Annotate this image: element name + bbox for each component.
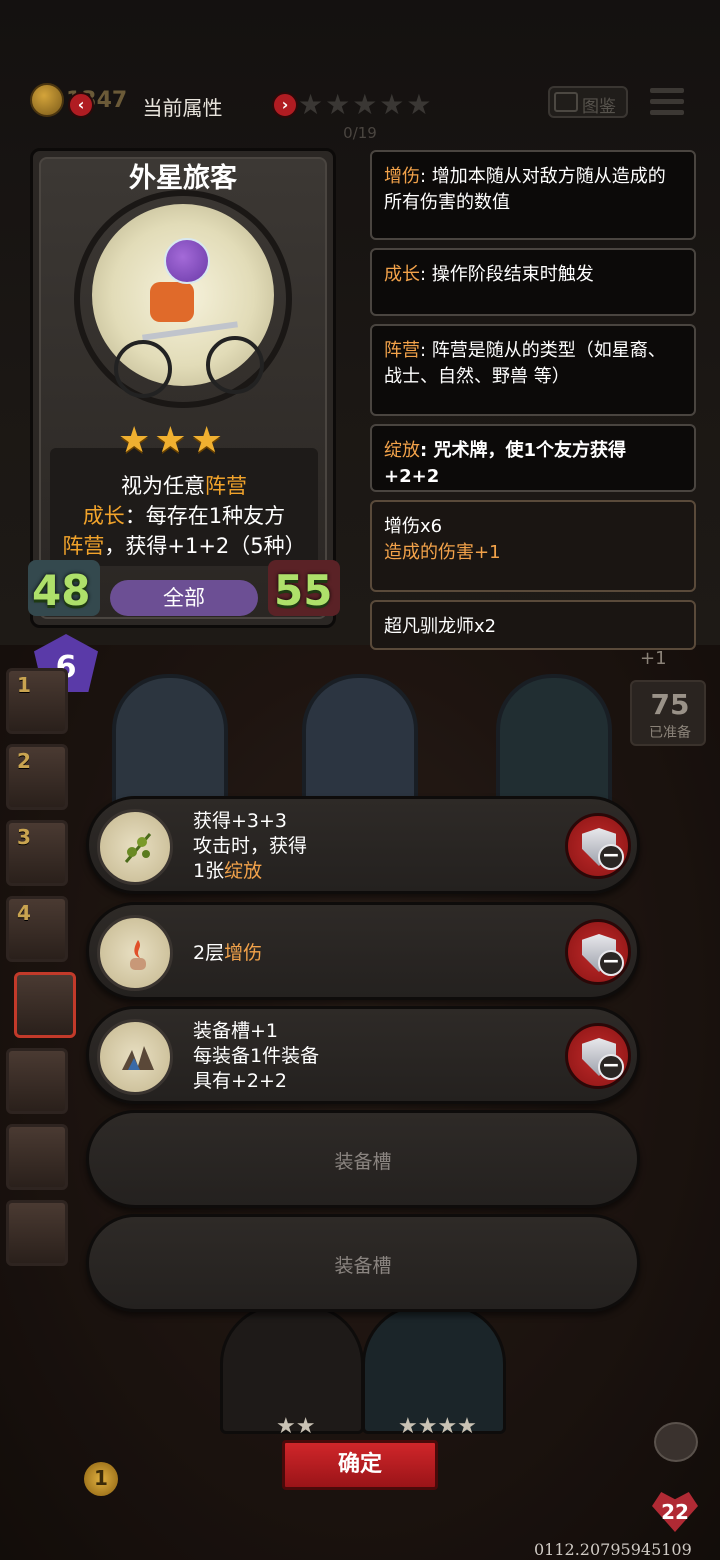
effect-line: 具有+2+2 [193,1070,288,1092]
codex-button[interactable]: 图鉴 [548,86,628,118]
minus-icon: − [598,844,624,870]
confirm-button[interactable]: 确定 [282,1440,438,1490]
desc-text: 视为任意 [121,474,205,498]
effect-row: 2层增伤 − [86,902,640,1000]
coin-counter: 1 [84,1462,118,1496]
effect-line: 每装备1件装备 [193,1045,320,1067]
effect-row: 获得+3+3 攻击时，获得 1张绽放 − [86,796,640,894]
card-stars: ★★★ [118,420,227,461]
side-slot[interactable]: 2 [6,744,68,810]
gold-icon [30,83,64,117]
effect-text: 获得+3+3 攻击时，获得 1张绽放 [193,809,307,884]
alien-body [150,282,194,322]
buff-title: 增伤x6 [384,516,443,537]
buff-title: 超凡驯龙师x2 [384,616,497,637]
effect-line: 装备槽+1 [193,1020,279,1042]
side-slot-number: 3 [17,825,31,849]
keyword-panel: 成长: 操作阶段结束时触发 [370,248,696,316]
codex-label: 图鉴 [582,97,616,117]
keyword-panel: 增伤: 增加本随从对敌方随从造成的所有伤害的数值 [370,150,696,240]
side-slot[interactable] [6,1200,68,1266]
menu-icon[interactable] [650,88,684,116]
bike-wheel [206,336,264,394]
page-title: 当前属性 [142,96,223,120]
effect-keyword: 增伤 [224,942,263,964]
card-desc-line-3: 阵营，获得+1+2（5种） [50,530,318,560]
hand-card-stars: ★★★★ [398,1414,477,1439]
empty-equipment-slot[interactable]: 装备槽 [86,1110,640,1208]
book-icon [554,92,578,112]
effect-line: 1张绽放 [193,859,307,884]
effect-text-part: 2层 [193,942,225,964]
effect-row: 装备槽+1 每装备1件装备 具有+2+2 − [86,1006,640,1104]
empty-equipment-slot[interactable]: 装备槽 [86,1214,640,1312]
plus-one-indicator: +1 [640,648,667,669]
keyword-text: : 增加本随从对敌方随从造成的所有伤害的数值 [384,166,666,213]
keyword-panel: 阵营: 阵营是随从的类型（如星裔、战士、自然、野兽 等） [370,324,696,416]
side-slot[interactable]: 3 [6,820,68,886]
alien-head [164,238,210,284]
effect-text: 装备槽+1 每装备1件装备 具有+2+2 [193,1019,319,1094]
spikes-icon [97,1019,173,1095]
buff-panel: 增伤x6 造成的伤害+1 [370,500,696,592]
side-slot[interactable]: 4 [6,896,68,962]
keyword-title: 增伤 [384,166,420,187]
remove-effect-button[interactable]: − [565,919,631,985]
card-desc-line-2: 成长：每存在1种友方 [50,500,318,530]
card-art [74,190,292,428]
desc-keyword: 成长 [82,504,125,528]
hand-card-stars: ★★ [276,1414,316,1439]
effect-line: 攻击时，获得 [193,835,308,857]
desc-text: ，获得+1+2（5种） [104,534,306,558]
ready-count: 75 [650,688,690,721]
health-value: 55 [274,566,333,615]
progress-text: 0/19 [343,124,377,142]
chat-icon[interactable] [654,1422,698,1462]
bike-wheel [114,340,172,398]
minus-icon: − [598,950,624,976]
ready-counter: 75 已准备 [630,680,706,746]
desc-text: ：每存在1种友方 [124,504,286,528]
level-stars: ★★★★★ [298,88,434,121]
ready-label: 已准备 [649,725,691,741]
flame-hand-icon [97,915,173,991]
vine-icon [97,809,173,885]
desc-keyword: 阵营 [62,534,105,558]
buff-text: 造成的伤害+1 [384,542,501,563]
effect-text-part: 1张 [193,860,225,882]
keyword-text: : 阵营是随从的类型（如星裔、战士、自然、野兽 等） [384,340,666,387]
side-slot[interactable] [6,1124,68,1190]
build-id: 0112.20795945109 [534,1540,692,1559]
side-slot-number: 2 [17,749,31,773]
desc-keyword: 阵营 [205,474,247,498]
tribe-pill: 全部 [110,580,258,616]
keyword-title: 成长 [384,264,420,285]
side-slot-number: 1 [17,673,31,697]
next-arrow-button[interactable]: › [272,92,298,118]
side-slot[interactable] [6,1048,68,1114]
effect-keyword: 绽放 [224,860,263,882]
card-desc-line-1: 视为任意阵营 [50,470,318,500]
effect-text: 2层增伤 [193,941,262,966]
life-count: 22 [661,1500,689,1524]
keyword-title: 阵营 [384,340,420,361]
side-slot-number: 4 [17,901,31,925]
keyword-panel: 绽放: 咒术牌，使1个友方获得 +2+2 [370,424,696,492]
keyword-text: : 咒术牌，使1个友方获得 +2+2 [384,440,626,487]
prev-arrow-button[interactable]: ‹ [68,92,94,118]
side-slot[interactable]: 1 [6,668,68,734]
empty-slot-label: 装备槽 [334,1255,392,1277]
empty-slot-label: 装备槽 [334,1151,392,1173]
buff-panel: 超凡驯龙师x2 [370,600,696,650]
remove-effect-button[interactable]: − [565,813,631,879]
keyword-text: : 操作阶段结束时触发 [420,264,594,285]
remove-effect-button[interactable]: − [565,1023,631,1089]
attack-value: 48 [32,566,91,615]
side-slot-active[interactable] [14,972,76,1038]
effect-line: 获得+3+3 [193,810,288,832]
keyword-title: 绽放 [384,440,420,461]
minus-icon: − [598,1054,624,1080]
